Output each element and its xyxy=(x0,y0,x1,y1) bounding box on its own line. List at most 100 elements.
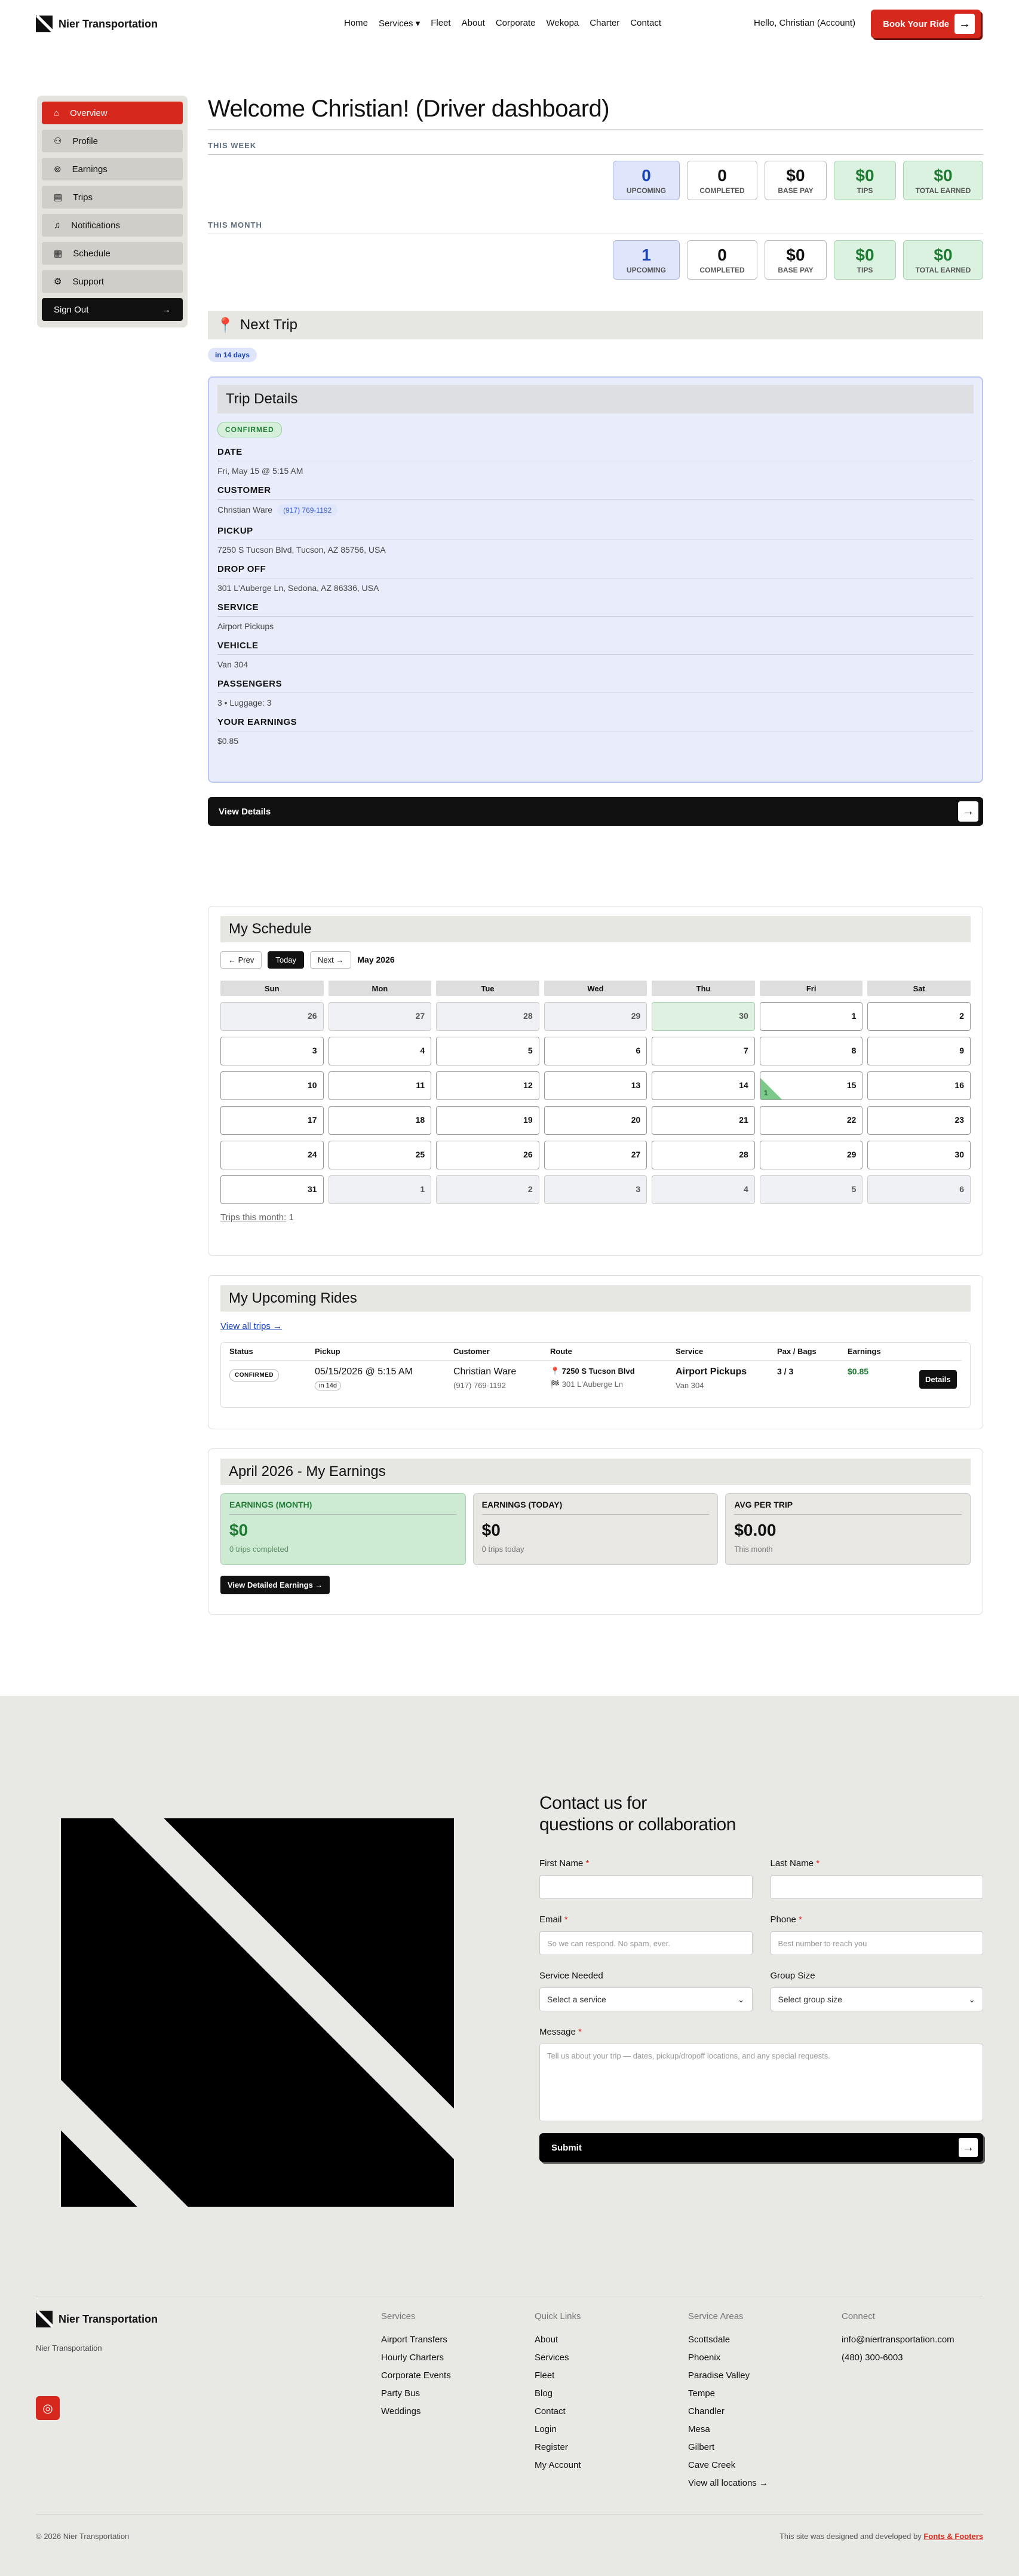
footer-link[interactable]: About xyxy=(535,2335,581,2345)
calendar-day[interactable]: 24 xyxy=(220,1141,324,1169)
details-button[interactable]: Details xyxy=(919,1370,957,1389)
footer-link[interactable]: My Account xyxy=(535,2460,581,2470)
calendar-day[interactable]: 2 xyxy=(867,1002,971,1031)
calendar-day[interactable]: 25 xyxy=(328,1141,432,1169)
calendar-day[interactable]: 28 xyxy=(652,1141,755,1169)
calendar-day[interactable]: 17 xyxy=(220,1106,324,1135)
sidebar-item-earnings[interactable]: ⊚ Earnings xyxy=(42,158,183,180)
calendar-day[interactable]: 16 xyxy=(867,1071,971,1100)
footer-link[interactable]: Phoenix xyxy=(688,2353,768,2363)
footer-link[interactable]: Chandler xyxy=(688,2406,768,2416)
calendar-day[interactable]: 30 xyxy=(867,1141,971,1169)
nav-contact[interactable]: Contact xyxy=(630,18,661,29)
calendar-day[interactable]: 27 xyxy=(544,1141,647,1169)
book-ride-button[interactable]: Book Your Ride → xyxy=(871,10,981,38)
sidebar-item-overview[interactable]: ⌂ Overview xyxy=(42,102,183,124)
footer-link[interactable]: View all locations → xyxy=(688,2478,768,2488)
footer-link[interactable]: Gilbert xyxy=(688,2442,768,2452)
nav-about[interactable]: About xyxy=(462,18,485,29)
calendar-day[interactable]: 1 xyxy=(328,1175,432,1204)
footer-link[interactable]: info@niertransportation.com xyxy=(842,2335,954,2345)
calendar-day[interactable]: 23 xyxy=(867,1106,971,1135)
footer-link[interactable]: Mesa xyxy=(688,2424,768,2434)
account-greeting[interactable]: Hello, Christian (Account) xyxy=(754,18,855,28)
sidebar-item-schedule[interactable]: ▦ Schedule xyxy=(42,242,183,265)
submit-button[interactable]: Submit → xyxy=(539,2133,983,2162)
calendar-day[interactable]: 18 xyxy=(328,1106,432,1135)
calendar-day[interactable]: 26 xyxy=(220,1002,324,1031)
calendar-day[interactable]: 6 xyxy=(544,1037,647,1065)
calendar-day[interactable]: 3 xyxy=(544,1175,647,1204)
customer-phone[interactable]: (917) 769-1192 xyxy=(277,504,338,516)
footer-link[interactable]: Register xyxy=(535,2442,581,2452)
group-size-select[interactable]: Select group size ⌄ xyxy=(770,1987,983,2011)
trips-this-month-label[interactable]: Trips this month: xyxy=(220,1212,286,1223)
calendar-day[interactable]: 9 xyxy=(867,1037,971,1065)
brand-logo[interactable]: Nier Transportation xyxy=(36,16,158,32)
phone-field[interactable]: Best number to reach you xyxy=(770,1931,983,1955)
today-button[interactable]: Today xyxy=(268,951,305,969)
footer-link[interactable]: Weddings xyxy=(381,2406,451,2416)
calendar-day[interactable]: 4 xyxy=(328,1037,432,1065)
footer-link[interactable]: Corporate Events xyxy=(381,2370,451,2381)
calendar-day[interactable]: 31 xyxy=(220,1175,324,1204)
calendar-day[interactable]: 1 15 xyxy=(759,1071,863,1100)
view-all-trips-link[interactable]: View all trips → xyxy=(220,1321,282,1331)
calendar-day[interactable]: 11 xyxy=(328,1071,432,1100)
service-select[interactable]: Select a service ⌄ xyxy=(539,1987,753,2011)
calendar-day[interactable]: 29 xyxy=(759,1141,863,1169)
sidebar-item-trips[interactable]: ▤ Trips xyxy=(42,186,183,209)
footer-link[interactable]: (480) 300-6003 xyxy=(842,2353,954,2363)
footer-link[interactable]: Hourly Charters xyxy=(381,2353,451,2363)
footer-link[interactable]: Fleet xyxy=(535,2370,581,2381)
next-month-button[interactable]: Next → xyxy=(310,951,352,969)
view-details-button[interactable]: View Details → xyxy=(208,797,983,826)
nav-home[interactable]: Home xyxy=(344,18,368,29)
calendar-day[interactable]: 22 xyxy=(759,1106,863,1135)
calendar-day[interactable]: 19 xyxy=(436,1106,539,1135)
calendar-day[interactable]: 30 xyxy=(652,1002,755,1031)
footer-link[interactable]: Login xyxy=(535,2424,581,2434)
calendar-day[interactable]: 2 xyxy=(436,1175,539,1204)
calendar-day[interactable]: 5 xyxy=(436,1037,539,1065)
view-detailed-earnings-button[interactable]: View Detailed Earnings → xyxy=(220,1576,330,1594)
calendar-day[interactable]: 7 xyxy=(652,1037,755,1065)
calendar-day[interactable]: 3 xyxy=(220,1037,324,1065)
calendar-day[interactable]: 13 xyxy=(544,1071,647,1100)
calendar-day[interactable]: 1 xyxy=(759,1002,863,1031)
calendar-day[interactable]: 20 xyxy=(544,1106,647,1135)
instagram-icon[interactable]: ◎ xyxy=(36,2396,60,2420)
calendar-day[interactable]: 10 xyxy=(220,1071,324,1100)
message-textarea[interactable]: Tell us about your trip — dates, pickup/… xyxy=(539,2044,983,2121)
calendar-day[interactable]: 6 xyxy=(867,1175,971,1204)
footer-link[interactable]: Contact xyxy=(535,2406,581,2416)
footer-link[interactable]: Party Bus xyxy=(381,2388,451,2399)
sidebar-item-profile[interactable]: ⚇ Profile xyxy=(42,130,183,152)
sign-out-button[interactable]: Sign Out → xyxy=(42,298,183,321)
footer-link[interactable]: Airport Transfers xyxy=(381,2335,451,2345)
footer-logo[interactable]: Nier Transportation xyxy=(36,2311,158,2327)
sidebar-item-notifications[interactable]: ♫ Notifications xyxy=(42,214,183,237)
nav-corporate[interactable]: Corporate xyxy=(496,18,536,29)
footer-link[interactable]: Services xyxy=(535,2353,581,2363)
email-field[interactable]: So we can respond. No spam, ever. xyxy=(539,1931,753,1955)
footer-link[interactable]: Cave Creek xyxy=(688,2460,768,2470)
footer-link[interactable]: Blog xyxy=(535,2388,581,2399)
first-name-field[interactable] xyxy=(539,1875,753,1899)
nav-wekopa[interactable]: Wekopa xyxy=(547,18,579,29)
nav-charter[interactable]: Charter xyxy=(590,18,619,29)
calendar-day[interactable]: 4 xyxy=(652,1175,755,1204)
calendar-day[interactable]: 12 xyxy=(436,1071,539,1100)
sidebar-item-support[interactable]: ⚙ Support xyxy=(42,270,183,293)
nav-fleet[interactable]: Fleet xyxy=(431,18,450,29)
credit-link[interactable]: Fonts & Footers xyxy=(923,2532,983,2541)
calendar-day[interactable]: 8 xyxy=(759,1037,863,1065)
calendar-day[interactable]: 26 xyxy=(436,1141,539,1169)
prev-month-button[interactable]: ← Prev xyxy=(220,951,262,969)
footer-link[interactable]: Tempe xyxy=(688,2388,768,2399)
calendar-day[interactable]: 5 xyxy=(759,1175,863,1204)
calendar-day[interactable]: 21 xyxy=(652,1106,755,1135)
calendar-day[interactable]: 29 xyxy=(544,1002,647,1031)
last-name-field[interactable] xyxy=(770,1875,983,1899)
footer-link[interactable]: Scottsdale xyxy=(688,2335,768,2345)
